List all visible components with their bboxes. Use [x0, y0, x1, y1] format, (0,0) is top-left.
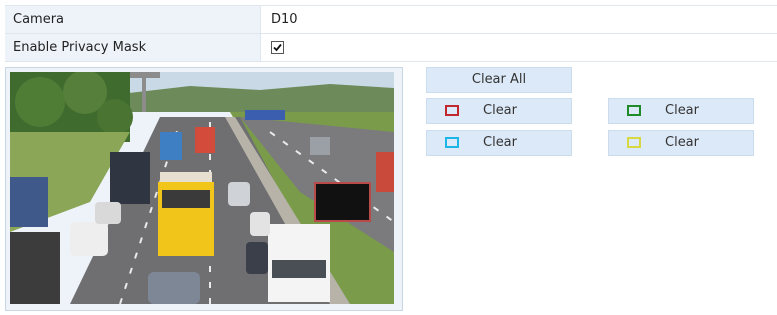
clear-mask-2-label: Clear	[665, 103, 699, 118]
clear-all-button[interactable]: Clear All	[426, 67, 572, 93]
clear-mask-1-button[interactable]: Clear	[426, 98, 572, 124]
camera-label: Camera	[5, 6, 261, 33]
privacy-mask-label: Enable Privacy Mask	[5, 34, 261, 61]
checkmark-icon	[273, 43, 282, 52]
clear-mask-2-button[interactable]: Clear	[608, 98, 754, 124]
green-square-icon	[627, 105, 641, 116]
yellow-square-icon	[627, 137, 641, 148]
privacy-mask-value	[261, 34, 777, 61]
privacy-mask-row: Enable Privacy Mask	[5, 33, 777, 62]
privacy-mask-area[interactable]	[314, 182, 371, 222]
enable-privacy-mask-checkbox[interactable]	[271, 41, 284, 54]
video-preview[interactable]	[10, 72, 394, 304]
clear-mask-4-button[interactable]: Clear	[608, 130, 754, 156]
camera-value[interactable]: D10	[261, 6, 777, 33]
clear-mask-3-button[interactable]: Clear	[426, 130, 572, 156]
red-square-icon	[445, 105, 459, 116]
video-preview-panel	[5, 67, 403, 311]
clear-mask-3-label: Clear	[483, 135, 517, 150]
clear-mask-1-label: Clear	[483, 103, 517, 118]
cyan-square-icon	[445, 137, 459, 148]
camera-row: Camera D10	[5, 5, 777, 33]
settings-form: Camera D10 Enable Privacy Mask	[5, 5, 777, 62]
clear-mask-4-label: Clear	[665, 135, 699, 150]
